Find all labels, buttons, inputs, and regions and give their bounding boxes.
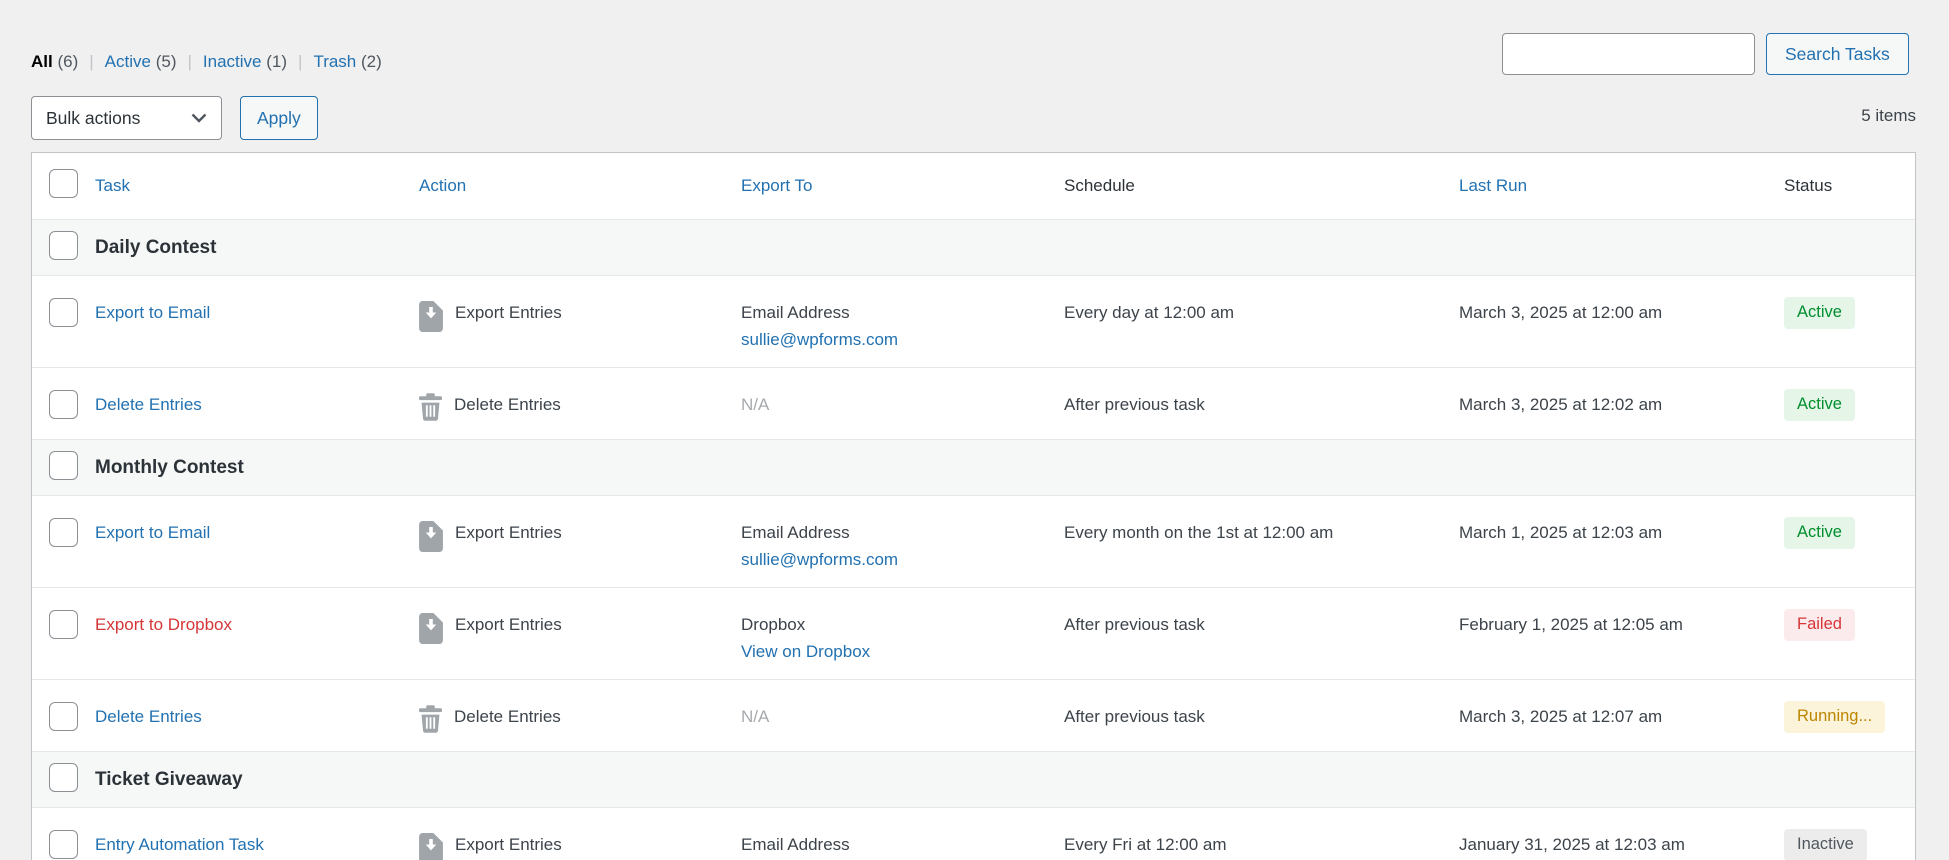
row-checkbox[interactable] <box>49 702 78 731</box>
export-destination: N/A <box>741 680 1064 751</box>
action-label: Export Entries <box>455 520 562 546</box>
schedule-text: After previous task <box>1064 368 1459 439</box>
group-checkbox[interactable] <box>49 451 78 480</box>
filter-trash-link[interactable]: Trash <box>313 52 356 71</box>
last-run-text: March 1, 2025 at 12:03 am <box>1459 496 1784 587</box>
table-row: Export to Dropbox Export Entries Dropbox… <box>32 587 1915 679</box>
action-label: Delete Entries <box>454 392 561 418</box>
status-badge: Active <box>1784 517 1855 549</box>
filter-inactive-link[interactable]: Inactive <box>203 52 262 71</box>
task-link[interactable]: Export to Email <box>95 303 210 322</box>
row-checkbox[interactable] <box>49 830 78 859</box>
apply-button[interactable]: Apply <box>240 96 318 140</box>
export-destination: N/A <box>741 368 1064 439</box>
filter-all-label: All <box>31 52 53 71</box>
action-label: Export Entries <box>455 300 562 326</box>
schedule-text: After previous task <box>1064 588 1459 679</box>
group-row-monthly-contest: Monthly Contest <box>32 439 1915 495</box>
group-title: Ticket Giveaway <box>95 769 1915 791</box>
action-label: Export Entries <box>455 832 562 858</box>
last-run-text: March 3, 2025 at 12:07 am <box>1459 680 1784 751</box>
filter-all[interactable]: All (6) <box>31 52 78 72</box>
task-link[interactable]: Export to Email <box>95 523 210 542</box>
status-badge: Active <box>1784 389 1855 421</box>
table-header-row: Task Action Export To Schedule Last Run … <box>32 153 1915 219</box>
export-destination: Email Address <box>741 300 1064 326</box>
filter-inactive[interactable]: Inactive (1) <box>203 52 287 72</box>
action-label: Delete Entries <box>454 704 561 730</box>
filter-trash-count: (2) <box>361 52 382 71</box>
column-header-last-run[interactable]: Last Run <box>1459 176 1527 195</box>
group-checkbox[interactable] <box>49 763 78 792</box>
table-row: Delete Entries Delete Entries N/A After … <box>32 367 1915 439</box>
export-destination: Dropbox <box>741 612 1064 638</box>
schedule-text: Every Fri at 12:00 am <box>1064 808 1459 860</box>
last-run-text: March 3, 2025 at 12:00 am <box>1459 276 1784 367</box>
status-badge: Active <box>1784 297 1855 329</box>
task-link[interactable]: Export to Dropbox <box>95 615 232 634</box>
filter-active[interactable]: Active (5) <box>105 52 177 72</box>
last-run-text: January 31, 2025 at 12:03 am <box>1459 808 1784 860</box>
row-checkbox[interactable] <box>49 298 78 327</box>
status-badge: Running... <box>1784 701 1885 733</box>
last-run-text: March 3, 2025 at 12:02 am <box>1459 368 1784 439</box>
export-destination-link[interactable]: sullie@wpforms.com <box>741 550 898 569</box>
column-header-task[interactable]: Task <box>95 176 130 195</box>
schedule-text: Every day at 12:00 am <box>1064 276 1459 367</box>
column-header-action[interactable]: Action <box>419 176 466 195</box>
table-row: Export to Email Export Entries Email Add… <box>32 275 1915 367</box>
schedule-text: Every month on the 1st at 12:00 am <box>1064 496 1459 587</box>
table-row: Delete Entries Delete Entries N/A After … <box>32 679 1915 751</box>
filter-active-link[interactable]: Active <box>105 52 151 71</box>
export-destination-link[interactable]: sullie@wpforms.com <box>741 330 898 349</box>
status-badge: Inactive <box>1784 829 1867 860</box>
trash-icon <box>419 393 442 421</box>
file-download-icon <box>419 833 443 860</box>
filter-trash[interactable]: Trash (2) <box>313 52 381 72</box>
search-tasks-button[interactable]: Search Tasks <box>1766 33 1909 75</box>
task-link[interactable]: Delete Entries <box>95 395 202 414</box>
bulk-actions-select[interactable]: Bulk actions <box>31 96 222 140</box>
filter-separator: | <box>187 52 191 72</box>
bulk-actions-selected-value: Bulk actions <box>46 108 140 129</box>
status-filter-bar: All (6) | Active (5) | Inactive (1) | Tr… <box>31 52 382 72</box>
file-download-icon <box>419 521 443 552</box>
row-checkbox[interactable] <box>49 518 78 547</box>
status-badge: Failed <box>1784 609 1855 641</box>
schedule-text: After previous task <box>1064 680 1459 751</box>
row-checkbox[interactable] <box>49 610 78 639</box>
action-label: Export Entries <box>455 612 562 638</box>
trash-icon <box>419 705 442 733</box>
table-row: Export to Email Export Entries Email Add… <box>32 495 1915 587</box>
column-header-export-to[interactable]: Export To <box>741 176 813 195</box>
row-checkbox[interactable] <box>49 390 78 419</box>
export-destination: Email Address <box>741 808 1064 860</box>
last-run-text: February 1, 2025 at 12:05 am <box>1459 588 1784 679</box>
filter-inactive-count: (1) <box>266 52 287 71</box>
items-count: 5 items <box>1861 106 1916 126</box>
select-all-checkbox[interactable] <box>49 169 78 198</box>
filter-active-count: (5) <box>156 52 177 71</box>
chevron-down-icon <box>191 113 207 123</box>
export-destination-link[interactable]: View on Dropbox <box>741 642 870 661</box>
tasks-admin-page: All (6) | Active (5) | Inactive (1) | Tr… <box>0 0 1949 860</box>
group-title: Monthly Contest <box>95 457 1915 479</box>
filter-separator: | <box>298 52 302 72</box>
task-link[interactable]: Delete Entries <box>95 707 202 726</box>
column-header-schedule: Schedule <box>1064 176 1459 196</box>
filter-separator: | <box>89 52 93 72</box>
group-title: Daily Contest <box>95 237 1915 259</box>
file-download-icon <box>419 613 443 644</box>
table-row: Entry Automation Task Export Entries Ema… <box>32 807 1915 860</box>
tasks-table: Task Action Export To Schedule Last Run … <box>31 152 1916 860</box>
group-row-ticket-giveaway: Ticket Giveaway <box>32 751 1915 807</box>
task-link[interactable]: Entry Automation Task <box>95 835 264 854</box>
filter-all-count: (6) <box>57 52 78 71</box>
group-checkbox[interactable] <box>49 231 78 260</box>
search-input[interactable] <box>1502 33 1755 75</box>
export-destination: Email Address <box>741 520 1064 546</box>
column-header-status: Status <box>1784 176 1915 196</box>
group-row-daily-contest: Daily Contest <box>32 219 1915 275</box>
file-download-icon <box>419 301 443 332</box>
